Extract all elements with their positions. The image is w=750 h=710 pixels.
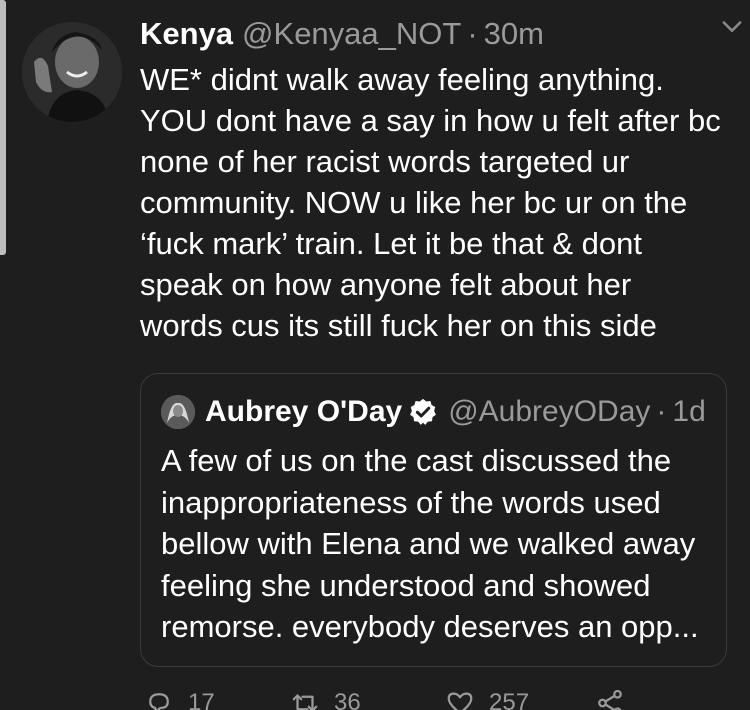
quoted-body: A few of us on the cast discussed the in… [161, 440, 706, 648]
separator-dot: · [467, 16, 478, 51]
quoted-timestamp: 1d [672, 395, 706, 428]
scroll-indicator[interactable] [0, 0, 6, 255]
retweet-icon [292, 694, 318, 710]
quoted-text-line: inappropriateness of the words used [161, 484, 661, 520]
tweet-body: WE* didnt walk away feeling anything. YO… [140, 59, 730, 346]
tweet-text-line: words cus its still fuck her on this sid… [140, 308, 657, 343]
reply-count: 17 [188, 689, 215, 710]
quoted-text-line: bellow with Elena and we walked away [161, 526, 696, 561]
tweet-timestamp[interactable]: 30m [484, 16, 544, 52]
quoted-author-handle: @AubreyODay [448, 395, 651, 428]
retweet-button[interactable]: 36 [290, 688, 361, 710]
tweet-text-line: community. NOW u like her bc ur on the [140, 185, 688, 220]
quoted-text-line: A few of us on the cast discussed the [161, 443, 672, 478]
tweet-text-line: ‘fuck mark’ train. Let it be that & dont [140, 226, 642, 261]
chevron-down-icon[interactable] [718, 12, 746, 40]
quoted-avatar [161, 395, 195, 429]
quoted-author-name: Aubrey O'Day [205, 395, 403, 428]
tweet-header: Kenya @Kenyaa_NOT · 30m [140, 16, 730, 60]
like-count: 257 [489, 689, 530, 710]
share-icon [598, 689, 622, 710]
tweet[interactable]: Kenya @Kenyaa_NOT · 30m WE* didnt walk a… [0, 0, 750, 710]
share-button[interactable] [595, 688, 639, 710]
author-avatar[interactable] [22, 22, 122, 122]
verified-badge-icon [410, 398, 437, 425]
tweet-actions: 17 36 257 [140, 688, 640, 710]
author-handle[interactable]: @Kenyaa_NOT [242, 16, 461, 52]
retweet-count: 36 [334, 689, 361, 710]
reply-icon [149, 693, 169, 710]
like-button[interactable]: 257 [445, 688, 529, 710]
quoted-text-line: remorse. everybody deserves an opp... [161, 609, 699, 644]
quoted-tweet[interactable]: Aubrey O'Day @AubreyODay · 1d A few of u… [140, 373, 727, 667]
author-name[interactable]: Kenya [140, 16, 233, 52]
tweet-text-line: none of her racist words targeted ur [140, 144, 630, 179]
quoted-text-line: feeling she understood and showed [161, 567, 651, 603]
quoted-header: Aubrey O'Day @AubreyODay · 1d [161, 392, 706, 432]
heart-icon [447, 692, 473, 710]
tweet-text-line: WE* didnt walk away feeling anything. [140, 62, 664, 97]
separator-dot: · [656, 395, 667, 428]
tweet-content: Kenya @Kenyaa_NOT · 30m WE* didnt walk a… [140, 16, 730, 346]
tweet-text-line: YOU dont have a say in how u felt after … [140, 103, 721, 138]
reply-button[interactable]: 17 [144, 688, 215, 710]
tweet-text-line: speak on how anyone felt about her [140, 267, 632, 302]
